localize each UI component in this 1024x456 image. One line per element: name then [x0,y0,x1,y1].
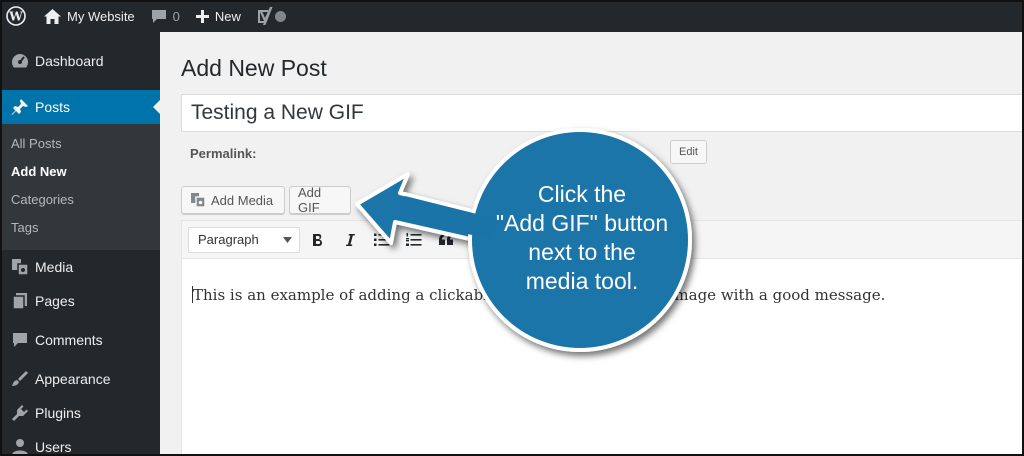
media-icon [10,257,30,277]
dashboard-icon [10,51,30,71]
callout-line: Click the [537,181,627,207]
site-name-label: My Website [67,8,135,24]
new-content-link[interactable]: New [188,0,249,32]
bulleted-list-icon [374,233,390,246]
callout-line: "Add GIF" button [495,210,669,236]
callout-line: next to the [528,239,636,265]
add-gif-button[interactable]: Add GIF [289,185,351,215]
site-name-link[interactable]: My Website [36,0,143,32]
numbered-list-button[interactable] [400,226,428,254]
seo-status-dot [274,10,286,22]
comments-link[interactable]: 0 [143,0,188,32]
sidebar-item-label: Posts [35,99,71,115]
posts-submenu: All Posts Add New Categories Tags [0,124,160,250]
add-media-button[interactable]: Add Media [181,186,285,214]
sidebar-item-label: Users [35,439,72,455]
numbered-list-icon [406,233,422,246]
sidebar-item-label: Comments [35,332,103,348]
sidebar-item-label: Media [35,259,74,275]
sidebar-item-comments[interactable]: Comments [0,318,160,362]
submenu-categories[interactable]: Categories [0,186,160,214]
sidebar-item-label: Appearance [35,371,111,387]
yoast-seo-link[interactable] [249,0,294,32]
yoast-icon [257,7,273,25]
submenu-all-posts[interactable]: All Posts [0,130,160,158]
home-icon [44,8,61,24]
edit-permalink-button[interactable]: Edit [670,140,707,164]
submenu-tags[interactable]: Tags [0,214,160,242]
content-text-left: This is an example of adding a clickable… [193,286,514,304]
bold-icon [313,233,322,246]
comments-count: 0 [172,8,180,24]
italic-icon [346,233,355,246]
sidebar-item-dashboard[interactable]: Dashboard [0,32,160,90]
chevron-down-icon [283,236,292,243]
submenu-add-new[interactable]: Add New [0,158,160,186]
add-media-label: Add Media [211,192,274,208]
sidebar-item-media[interactable]: Media [0,250,160,284]
users-icon [10,437,30,456]
sidebar-item-label: Dashboard [35,53,104,69]
comments-icon [10,330,30,350]
comment-bubble-icon [151,9,166,23]
sidebar-item-plugins[interactable]: Plugins [0,396,160,430]
content-text-right: image with a good message. [669,286,886,304]
callout-line: media tool. [525,268,639,294]
svg-text:W: W [8,10,23,24]
permalink-label: Permalink: [190,146,257,161]
pin-icon [10,97,30,117]
italic-button[interactable] [336,226,364,254]
quote-icon [438,234,453,245]
format-select[interactable]: Paragraph [188,226,300,253]
plus-icon [195,9,209,23]
add-gif-label: Add GIF [298,185,322,215]
sidebar-item-posts[interactable]: Posts [0,90,161,124]
callout-text: Click the "Add GIF" button next to the m… [482,180,682,296]
bold-button[interactable] [304,226,332,254]
page-title: Add New Post [181,55,327,81]
bulleted-list-button[interactable] [368,226,396,254]
plugins-icon [10,403,30,423]
sidebar-item-label: Plugins [35,405,81,421]
admin-sidebar: Dashboard Posts All Posts Add New Catego… [0,32,161,456]
pages-icon [10,291,30,311]
wordpress-logo-icon[interactable]: W [0,0,36,32]
sidebar-item-appearance[interactable]: Appearance [0,362,160,396]
appearance-icon [10,369,30,389]
admin-bar: W My Website 0 New [0,0,1024,32]
sidebar-item-pages[interactable]: Pages [0,284,160,318]
post-title-input[interactable]: Testing a New GIF [181,94,1024,132]
sidebar-item-users[interactable]: Users [0,430,160,456]
format-select-value: Paragraph [198,232,259,247]
new-label: New [214,8,241,24]
sidebar-item-label: Pages [35,293,75,309]
media-icon [191,193,206,208]
blockquote-button[interactable] [432,226,460,254]
